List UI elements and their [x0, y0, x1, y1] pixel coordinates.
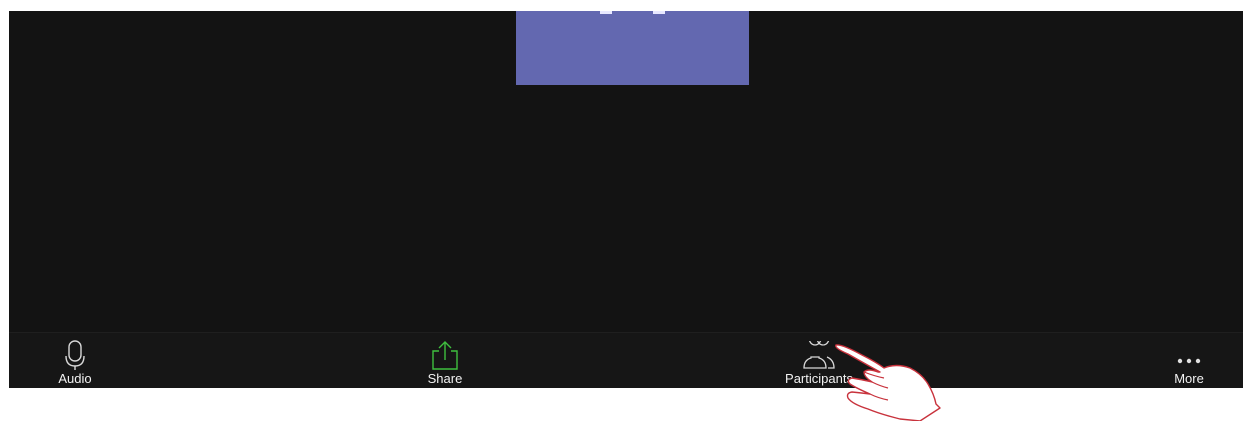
- more-dots-icon: [1174, 337, 1204, 371]
- more-button[interactable]: More: [1164, 333, 1214, 388]
- participants-button[interactable]: Participants: [774, 333, 864, 388]
- meeting-toolbar: Audio Share Participants More: [9, 332, 1243, 388]
- microphone-icon: [65, 337, 85, 371]
- share-button[interactable]: Share: [420, 333, 470, 388]
- tile-indicator-right: [653, 11, 665, 14]
- audio-button[interactable]: Audio: [50, 333, 100, 388]
- meeting-window: Audio Share Participants More: [9, 11, 1243, 388]
- share-label: Share: [427, 371, 463, 386]
- participants-label: Participants: [785, 371, 853, 386]
- tile-indicator-left: [600, 11, 612, 14]
- video-tile[interactable]: [516, 11, 749, 85]
- participants-icon: [802, 337, 836, 371]
- video-area: [9, 11, 1243, 332]
- audio-label: Audio: [58, 371, 92, 386]
- share-upload-icon: [430, 337, 460, 371]
- more-label: More: [1174, 371, 1204, 386]
